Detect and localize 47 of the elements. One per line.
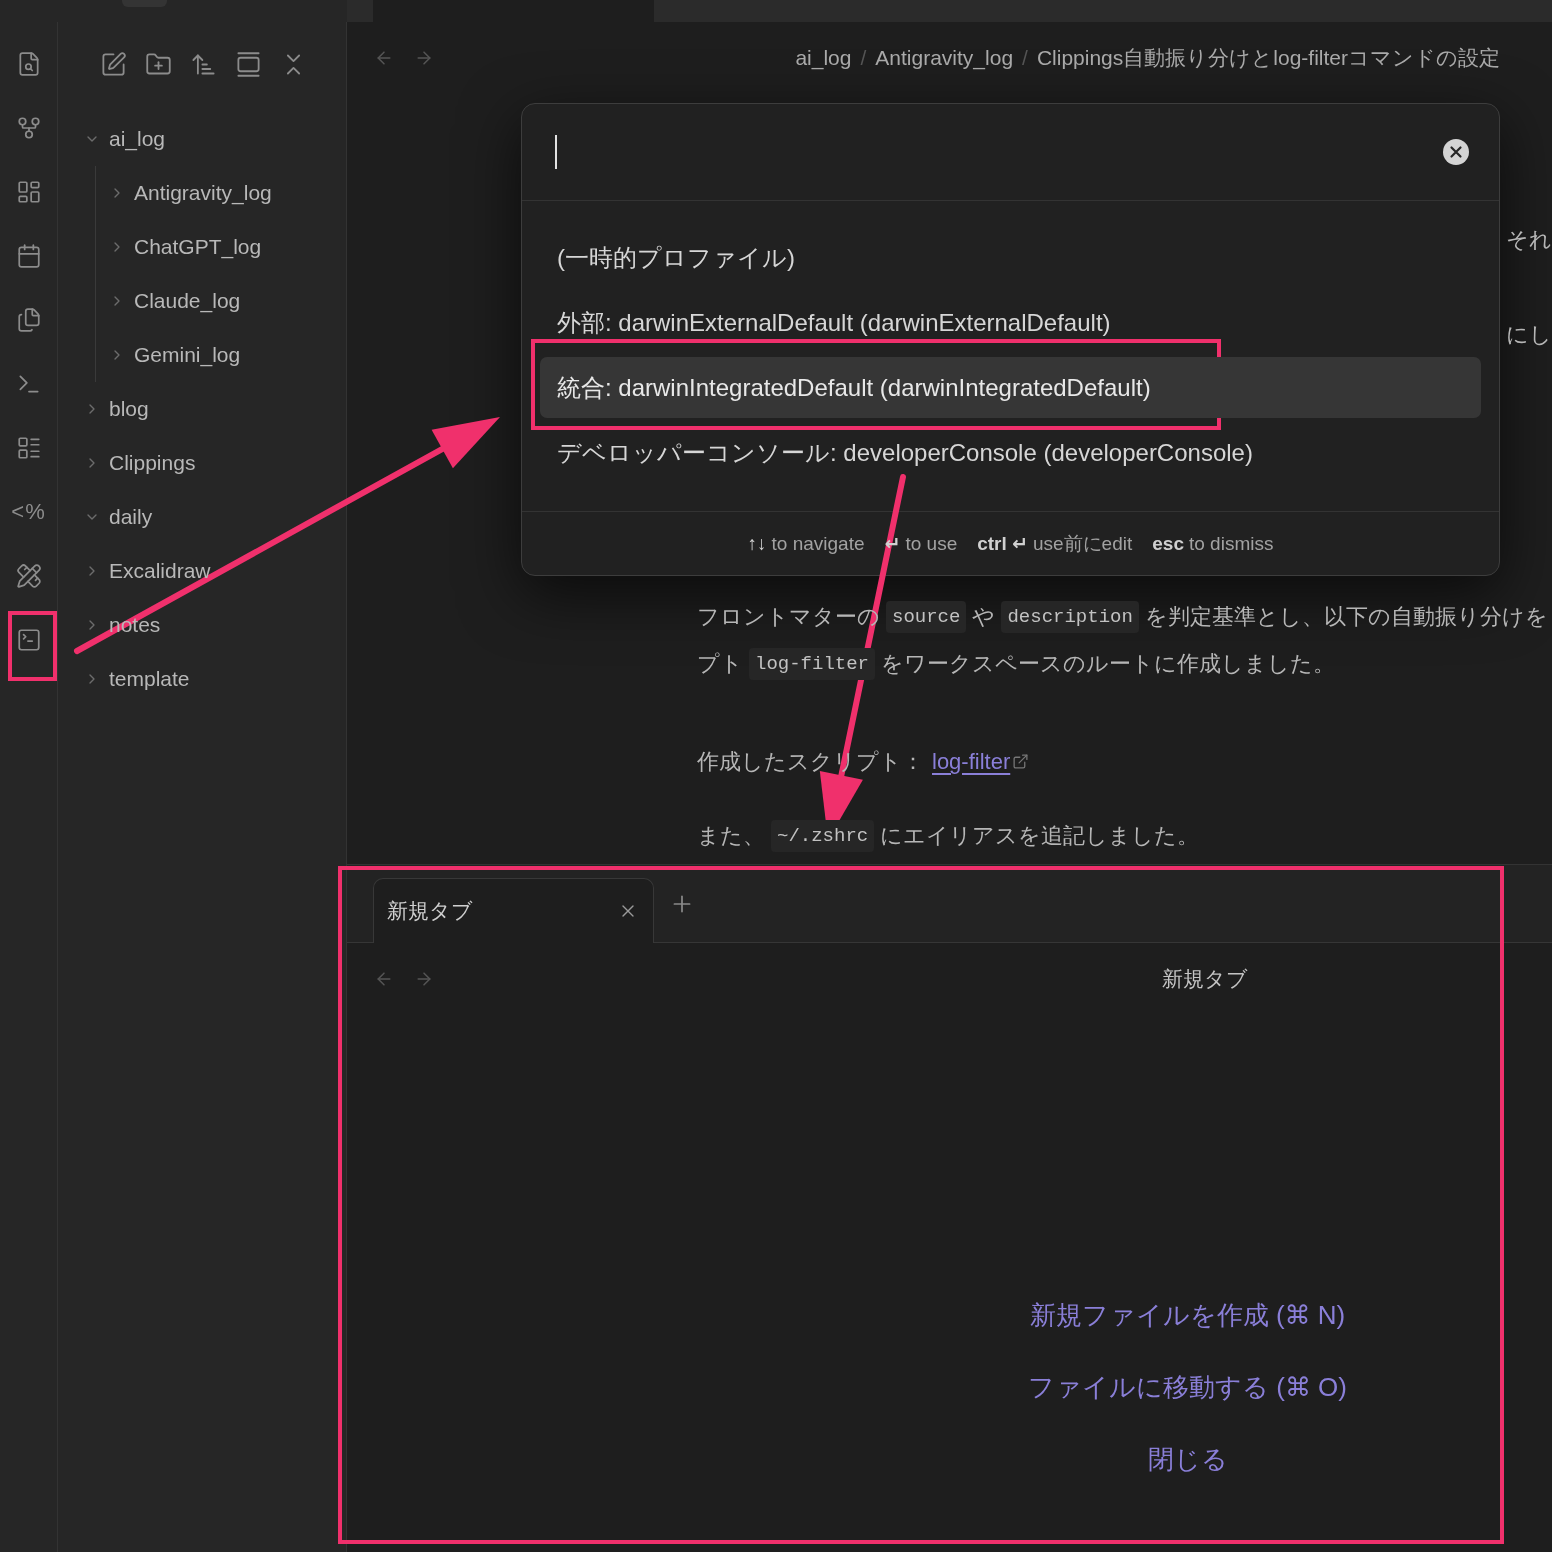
action-link[interactable]: ファイルに移動する (⌘ O): [1028, 1367, 1347, 1407]
list-icon[interactable]: [15, 435, 42, 461]
terminal-window-icon[interactable]: [15, 627, 42, 653]
keyboard-hint: ctrl ↵ use前にedit: [977, 531, 1133, 556]
edit-icon[interactable]: [99, 50, 127, 78]
folder-label[interactable]: Clippings: [109, 451, 196, 475]
breadcrumb-item[interactable]: Antigravity_log: [875, 46, 1014, 70]
breadcrumb-item[interactable]: Clippings自動振り分けとlog-filterコマンドの設定: [1036, 44, 1500, 72]
folder-label[interactable]: Gemini_log: [134, 343, 241, 367]
keyboard-hint: ↑↓ to navigate: [747, 532, 865, 555]
pane-title: 新規タブ: [1162, 966, 1248, 992]
pencil-ruler-icon[interactable]: [15, 563, 42, 589]
folder-label[interactable]: daily: [109, 505, 153, 529]
folder-label[interactable]: Antigravity_log: [134, 181, 272, 205]
breadcrumb-separator: /: [1022, 46, 1028, 70]
folder-label[interactable]: Excalidraw: [109, 559, 211, 583]
palette-item[interactable]: 統合: darwinIntegratedDefault (darwinIntegratedDefault): [540, 357, 1481, 418]
folder-label[interactable]: ChatGPT_log: [134, 235, 262, 259]
action-link[interactable]: 新規ファイルを作成 (⌘ N): [1029, 1295, 1346, 1335]
close-icon[interactable]: [1443, 139, 1469, 165]
highlight-frame: [8, 611, 57, 681]
text-cursor-icon: [555, 135, 557, 169]
external-link-icon: [1012, 753, 1030, 770]
doc-text-fragment: にし: [1506, 321, 1552, 349]
template-glyph[interactable]: <%: [11, 499, 46, 525]
folder-label[interactable]: template: [109, 667, 190, 691]
dashboard-icon[interactable]: [15, 179, 42, 205]
doc-text: 作成したスクリプト：: [697, 748, 924, 776]
tab[interactable]: 新規タブ: [373, 878, 654, 943]
breadcrumb-separator: /: [860, 46, 867, 70]
doc-text-fragment: それ: [1506, 226, 1552, 254]
breadcrumb-item[interactable]: ai_log: [795, 46, 852, 70]
folder-label[interactable]: ai_log: [109, 127, 166, 151]
copy-icon[interactable]: [15, 307, 42, 333]
folder-label[interactable]: blog: [109, 397, 149, 421]
layout-icon[interactable]: [234, 50, 262, 78]
folder-label[interactable]: Claude_log: [134, 289, 241, 313]
palette-item[interactable]: 外部: darwinExternalDefault (darwinExternalDefault): [540, 292, 1481, 353]
palette-item[interactable]: (一時的プロファイル): [540, 227, 1481, 288]
calendar-icon[interactable]: [15, 243, 42, 269]
doc-text-line: また、 ~/.zshrc にエイリアスを追記しました。: [697, 812, 1200, 859]
doc-text-line: プト log-filter をワークスペースのルートに作成しました。: [697, 640, 1336, 687]
script-link[interactable]: log-filter: [932, 738, 1030, 785]
palette-item[interactable]: デベロッパーコンソール: developerConsole (developerConsole): [540, 422, 1481, 483]
action-link[interactable]: 閉じる: [1147, 1439, 1228, 1479]
keyboard-hint: esc to dismiss: [1152, 532, 1274, 555]
branch-icon[interactable]: [15, 115, 42, 141]
